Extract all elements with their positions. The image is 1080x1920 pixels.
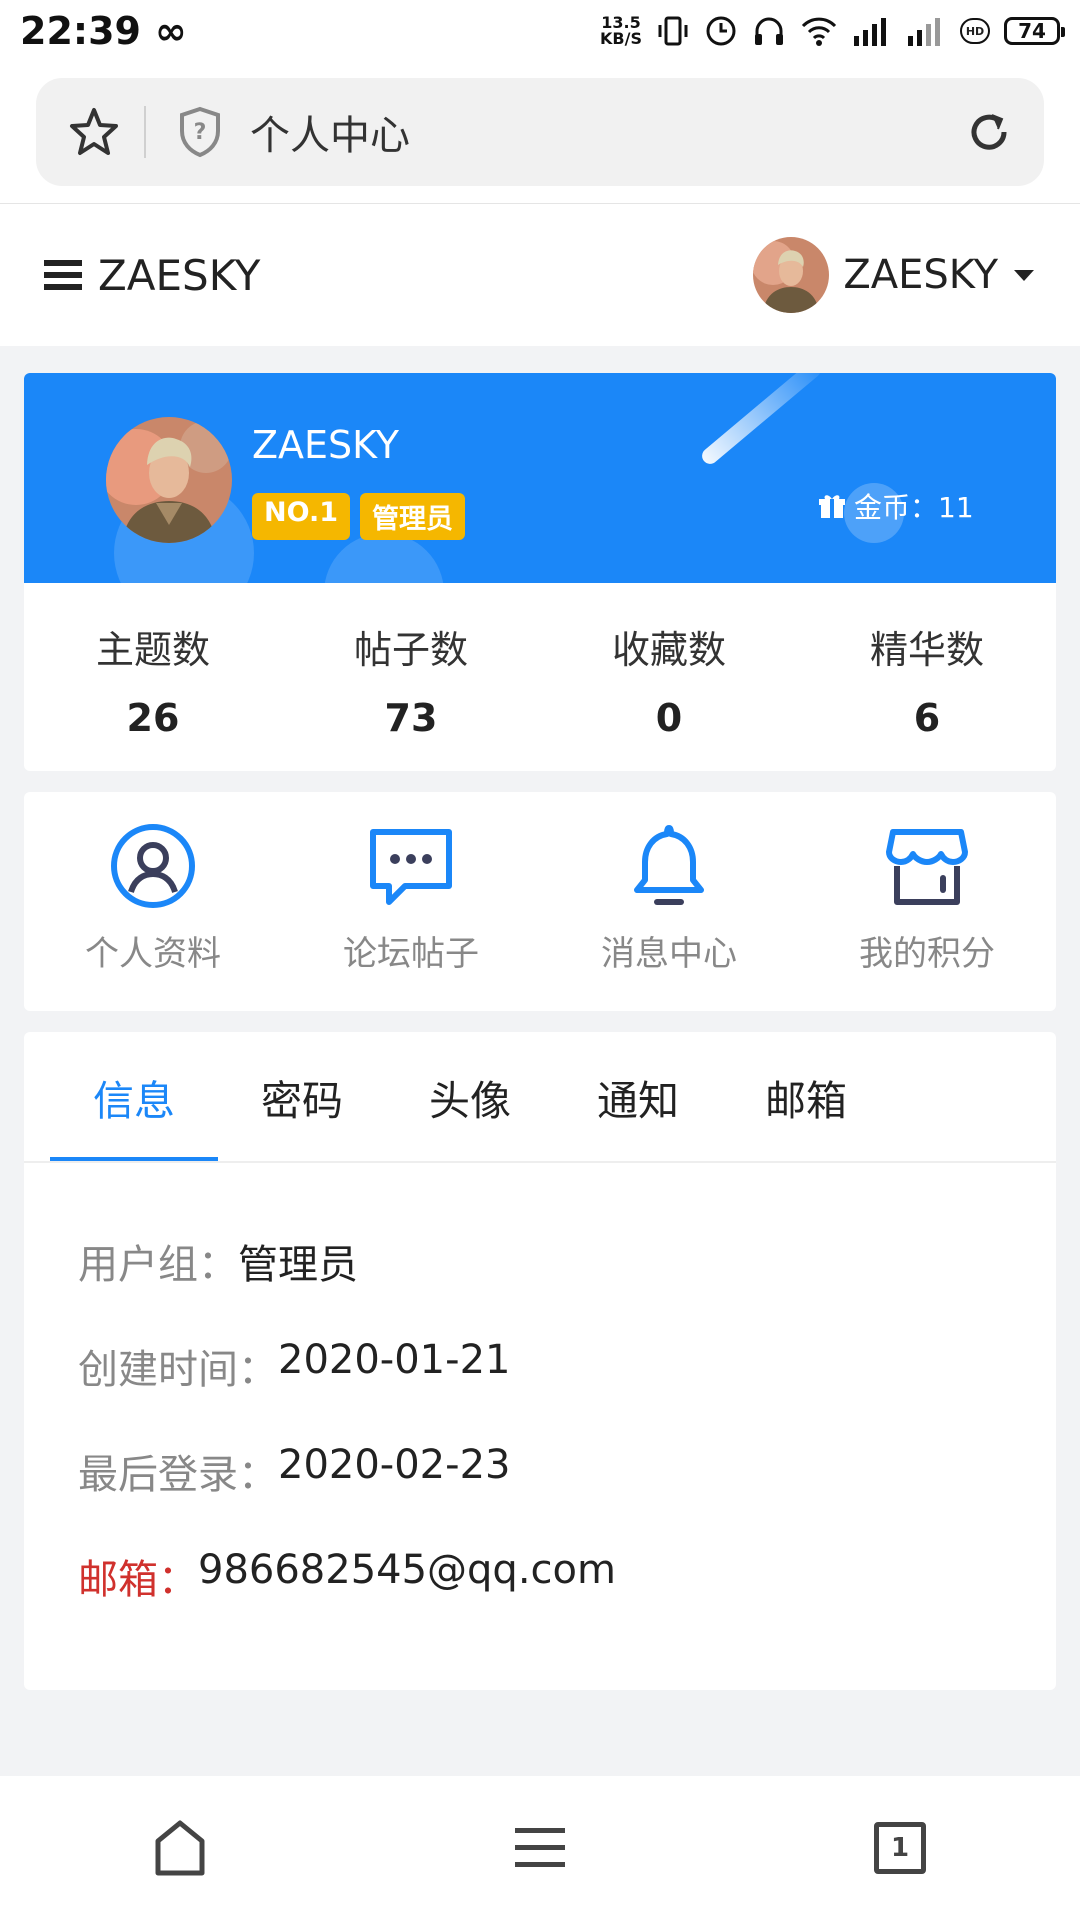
network-speed: 13.5 KB/S (600, 13, 642, 48)
wifi-icon (801, 17, 837, 46)
profile-avatar[interactable] (106, 417, 232, 543)
info-row-created: 创建时间： 2020-01-21 (78, 1337, 616, 1442)
action-points[interactable]: 我的积分 (798, 792, 1056, 1011)
info-value: 2020-02-23 (278, 1442, 511, 1488)
info-row-email: 邮箱： 986682545@qq.com (78, 1547, 616, 1652)
hd-icon: HD (960, 18, 990, 44)
url-divider (144, 106, 146, 158)
banner-streak (698, 373, 825, 468)
tab-password[interactable]: 密码 (218, 1032, 386, 1162)
info-row-last-login: 最后登录： 2020-02-23 (78, 1442, 616, 1547)
stat-label: 精华数 (869, 628, 984, 672)
quick-actions: 个人资料 论坛帖子 消息中心 我的积分 (24, 792, 1056, 1011)
action-label: 个人资料 (85, 934, 221, 974)
svg-text:?: ? (194, 120, 207, 145)
tab-email[interactable]: 邮箱 (722, 1032, 890, 1162)
status-time: 22:39 (20, 9, 141, 53)
status-icons: 13.5 KB/S HD 74 (600, 13, 1065, 48)
info-label: 最后登录： (78, 1452, 278, 1498)
site-brand[interactable]: ZAESKY (98, 251, 260, 300)
browser-bottom-nav: 1 (0, 1776, 1080, 1920)
profile-banner: ZAESKY NO.1 管理员 金币：11 (24, 373, 1056, 583)
action-profile[interactable]: 个人资料 (24, 792, 282, 1011)
info-value[interactable]: 986682545@qq.com (198, 1547, 616, 1593)
headphones-icon (755, 17, 783, 45)
shield-icon[interactable]: ? (176, 105, 224, 159)
action-forum-posts[interactable]: 论坛帖子 (282, 792, 540, 1011)
stat-label: 主题数 (95, 628, 210, 672)
stat-favorites[interactable]: 收藏数 0 (540, 583, 798, 771)
action-messages[interactable]: 消息中心 (540, 792, 798, 1011)
status-bar: 22:39 ∞ 13.5 KB/S HD 74 (0, 0, 1080, 62)
stats-row: 主题数 26 帖子数 73 收藏数 0 精华数 6 (24, 583, 1056, 771)
chat-bubble-icon (370, 829, 452, 905)
action-label: 论坛帖子 (343, 934, 479, 974)
action-label: 消息中心 (601, 934, 737, 974)
menu-icon (515, 1828, 565, 1867)
tab-notifications[interactable]: 通知 (554, 1032, 722, 1162)
info-value: 管理员 (238, 1242, 358, 1288)
stat-topics[interactable]: 主题数 26 (24, 583, 282, 771)
gift-icon (819, 495, 845, 518)
stat-label: 收藏数 (611, 628, 726, 672)
profile-badges: NO.1 管理员 (252, 493, 465, 540)
profile-tabs: 信息 密码 头像 通知 邮箱 (50, 1032, 890, 1162)
coins-display: 金币：11 (818, 486, 974, 526)
tab-divider (24, 1161, 1056, 1163)
tabs-button[interactable]: 1 (840, 1788, 960, 1908)
stat-featured[interactable]: 精华数 6 (798, 583, 1056, 771)
tab-info[interactable]: 信息 (50, 1032, 218, 1162)
alarm-icon (706, 16, 736, 46)
info-label: 创建时间： (78, 1347, 278, 1393)
page-title: 个人中心 (250, 113, 410, 159)
store-icon (886, 829, 968, 905)
banner-bubble (324, 533, 444, 583)
coins-label: 金币：11 (854, 491, 974, 524)
site-header: ZAESKY ZAESKY (0, 204, 1080, 346)
browser-toolbar: ? 个人中心 (0, 62, 1080, 204)
user-dropdown[interactable]: ZAESKY (753, 237, 1036, 313)
vibrate-icon (658, 16, 688, 46)
info-card: 信息 密码 头像 通知 邮箱 用户组： 管理员 创建时间： 2020-01-21… (24, 1032, 1056, 1690)
stat-value: 26 (126, 696, 180, 740)
tabs-icon: 1 (874, 1822, 926, 1874)
hamburger-menu-icon[interactable] (44, 258, 84, 292)
battery-icon: 74 (1004, 17, 1065, 45)
bell-icon (634, 825, 704, 905)
profile-card: ZAESKY NO.1 管理员 金币：11 主题数 26 帖子数 73 收藏数 … (24, 373, 1056, 771)
header-username[interactable]: ZAESKY (843, 252, 998, 298)
stat-label: 帖子数 (353, 628, 468, 672)
address-bar[interactable]: ? 个人中心 (36, 78, 1044, 186)
tab-avatar[interactable]: 头像 (386, 1032, 554, 1162)
rank-badge: NO.1 (252, 493, 350, 540)
info-label: 用户组： (78, 1242, 238, 1288)
avatar[interactable] (753, 237, 830, 313)
role-badge: 管理员 (360, 493, 465, 540)
stat-value: 73 (384, 696, 438, 740)
info-value: 2020-01-21 (278, 1337, 511, 1383)
profile-name: ZAESKY (252, 423, 399, 467)
info-list: 用户组： 管理员 创建时间： 2020-01-21 最后登录： 2020-02-… (78, 1232, 616, 1652)
caret-down-icon[interactable] (1012, 267, 1036, 283)
stat-value: 0 (655, 696, 683, 740)
info-label: 邮箱： (78, 1557, 198, 1603)
menu-button[interactable] (480, 1788, 600, 1908)
infinity-icon: ∞ (154, 9, 187, 53)
stat-posts[interactable]: 帖子数 73 (282, 583, 540, 771)
stat-value: 6 (913, 696, 941, 740)
user-circle-icon (111, 824, 195, 908)
action-label: 我的积分 (859, 934, 995, 974)
refresh-icon[interactable] (964, 107, 1014, 157)
signal-icon (908, 18, 940, 46)
home-button[interactable] (120, 1788, 240, 1908)
star-icon[interactable] (66, 104, 122, 160)
home-icon (155, 1820, 205, 1876)
signal-4g-icon (854, 18, 886, 46)
info-row-group: 用户组： 管理员 (78, 1232, 616, 1337)
